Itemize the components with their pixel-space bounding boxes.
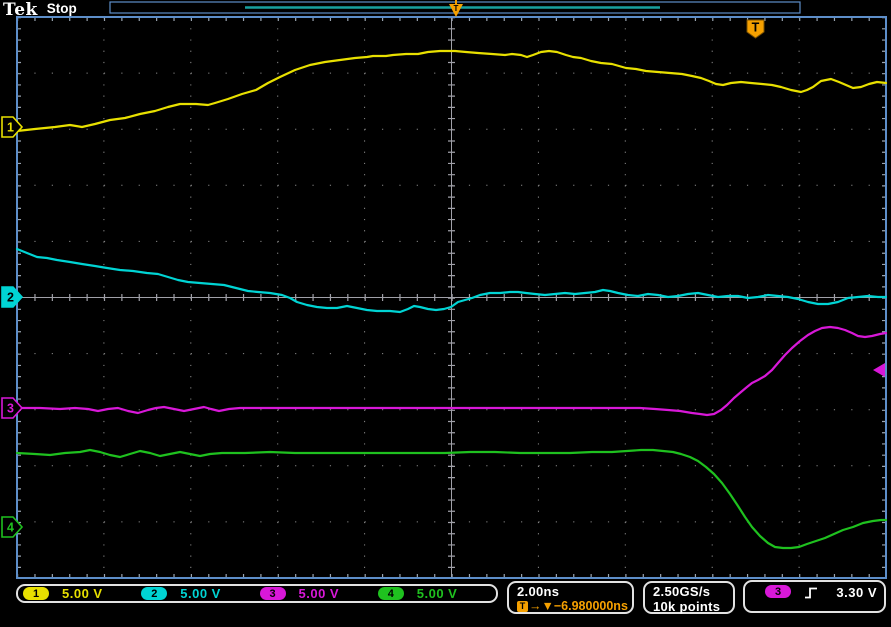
trigger-position-value: →▼−6.980000ns [529, 599, 628, 613]
graticule-and-waveforms: T T 1 2 3 4 [0, 0, 891, 627]
rising-edge-icon [804, 585, 819, 601]
acquisition-readout[interactable]: 2.50GS/s 10k points [643, 581, 735, 614]
ch3-ground-marker-label: 3 [7, 402, 14, 416]
trigger-level: 3.30 V [836, 585, 877, 600]
channel-readouts-bar[interactable]: 1 5.00 V 2 5.00 V 3 5.00 V 4 5.00 V [16, 584, 498, 603]
time-per-div: 2.00ns [517, 584, 632, 599]
ch1-ground-marker-label: 1 [7, 121, 14, 135]
ch4-ground-marker-label: 4 [7, 521, 14, 535]
acquisition-status: Stop [47, 1, 77, 16]
ch3-readout[interactable]: 3 5.00 V [260, 586, 378, 601]
trigger-position-readout: T→▼−6.980000ns [517, 599, 632, 613]
ch2-ground-marker-label: 2 [7, 291, 14, 305]
sample-rate: 2.50GS/s [653, 584, 733, 599]
ch2-scale: 5.00 V [180, 586, 221, 601]
ch3-scale: 5.00 V [299, 586, 340, 601]
trigger-level-arrow[interactable] [873, 363, 885, 377]
trigger-time-badge-label: T [752, 21, 760, 35]
record-trigger-t-label: T [454, 4, 459, 13]
ch1-readout[interactable]: 1 5.00 V [23, 586, 141, 601]
ch4-scale: 5.00 V [417, 586, 458, 601]
ch1-badge: 1 [23, 587, 49, 600]
tek-logo: Tek [3, 0, 38, 20]
header: TekStop [3, 0, 77, 16]
ch4-badge: 4 [378, 587, 404, 600]
ch2-readout[interactable]: 2 5.00 V [141, 586, 259, 601]
ch2-badge: 2 [141, 587, 167, 600]
ch1-scale: 5.00 V [62, 586, 103, 601]
horizontal-readout[interactable]: 2.00ns T→▼−6.980000ns [507, 581, 634, 614]
record-length: 10k points [653, 599, 733, 614]
ch3-badge: 3 [260, 587, 286, 600]
trigger-readout[interactable]: 3 3.30 V [743, 580, 886, 613]
ch4-readout[interactable]: 4 5.00 V [378, 586, 496, 601]
trigger-t-icon: T [517, 601, 528, 612]
oscilloscope-screen: TT1234 TekStop 15.00 V25.00 V35.00 V45.0… [0, 0, 891, 627]
trigger-source-badge: 3 [765, 585, 791, 598]
